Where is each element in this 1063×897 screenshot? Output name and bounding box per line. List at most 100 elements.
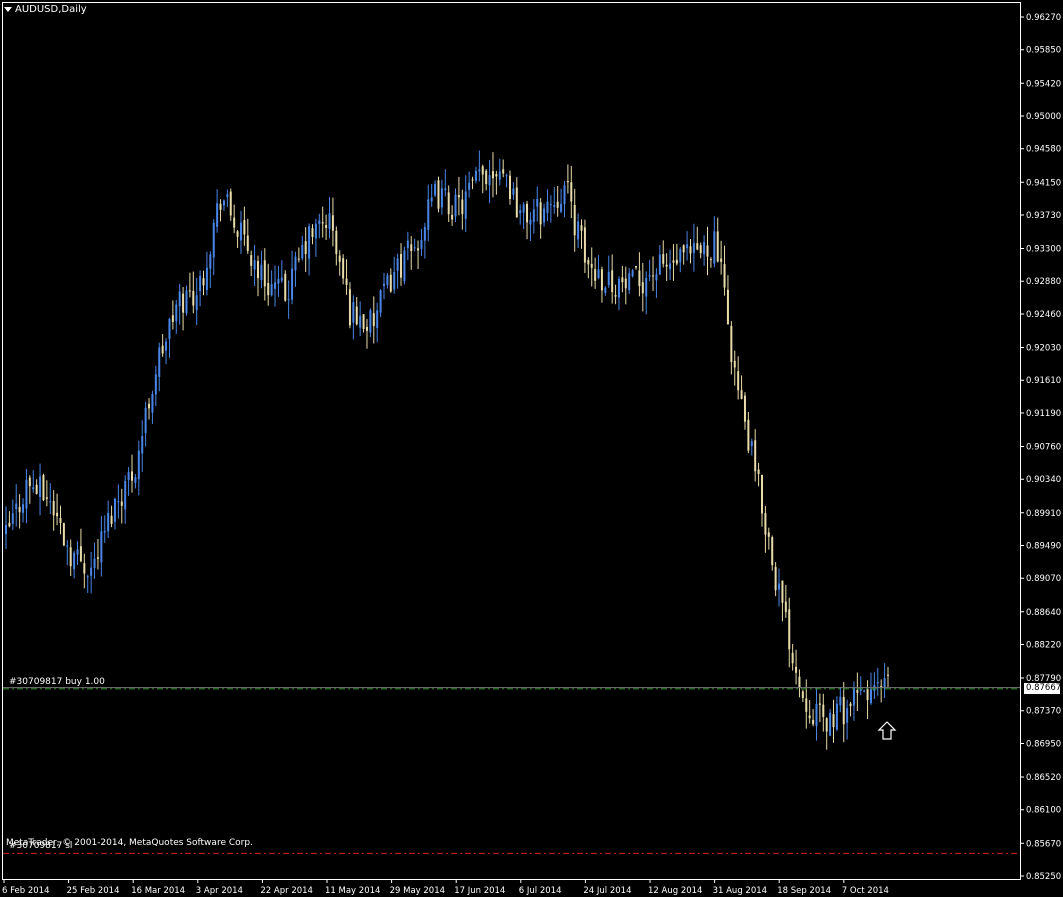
candle-body [413, 247, 416, 249]
candle-body [696, 243, 699, 250]
y-tick-label: 0.88220 [1026, 640, 1061, 650]
candle-body [887, 674, 889, 676]
candle-body [284, 273, 287, 301]
candle-body [621, 277, 624, 283]
candle-body [788, 609, 791, 650]
dropdown-arrow-icon[interactable] [4, 7, 12, 12]
candle-body [239, 222, 242, 241]
candle-body [216, 203, 219, 227]
candle-body [308, 226, 311, 259]
candle-body [713, 231, 716, 264]
candle-body [246, 235, 249, 251]
candle-body [709, 259, 712, 261]
candle-body [45, 497, 48, 499]
chart-title-text: AUDUSD,Daily [15, 4, 87, 15]
candle-body [498, 171, 501, 180]
candle-body [519, 210, 522, 214]
price-chart[interactable]: 0.96270 0.95850 0.95420 0.95000 0.94580 0.941… [0, 0, 1063, 897]
y-tick-label: 0.86100 [1026, 806, 1061, 816]
candle-body [250, 255, 253, 266]
chart-background [0, 0, 1063, 897]
candle-body [127, 472, 130, 481]
candle-body [607, 271, 610, 286]
chart-title[interactable]: AUDUSD,Daily [4, 4, 87, 15]
candle-body [314, 223, 317, 239]
x-tick-label: 6 Jul 2014 [519, 886, 562, 896]
candle-body [556, 201, 559, 208]
candle-body [491, 171, 494, 179]
candle-body [761, 474, 763, 514]
x-tick-label: 3 Apr 2014 [196, 886, 243, 896]
candle-body [39, 476, 42, 497]
candle-body [22, 504, 25, 513]
candle-body [331, 215, 334, 231]
candle-body [103, 530, 106, 533]
candle-body [66, 545, 69, 547]
candle-body [430, 197, 433, 202]
candle-body [641, 282, 644, 294]
y-tick-label: 0.95420 [1026, 79, 1061, 89]
candle-body [829, 712, 832, 736]
candle-body [294, 256, 297, 271]
candle-body [355, 306, 358, 325]
y-tick-label: 0.94580 [1026, 145, 1061, 155]
candle-body [652, 275, 655, 277]
candle-body [457, 195, 460, 198]
candle-body [25, 479, 28, 509]
candle-body [120, 501, 123, 506]
candle-body [158, 347, 161, 377]
candle-body [226, 194, 229, 197]
candle-body [195, 295, 198, 311]
candle-body [737, 371, 740, 391]
candle-body [86, 576, 89, 578]
candle-body [362, 314, 365, 330]
candle-body [563, 185, 566, 205]
candle-body [808, 715, 811, 719]
candle-body [577, 221, 580, 240]
candle-body [778, 583, 781, 590]
candle-body [62, 523, 65, 546]
candle-body [526, 203, 529, 223]
candle-body [832, 714, 835, 728]
candle-body [168, 318, 171, 339]
candle-body [263, 260, 266, 287]
candle-body [730, 325, 733, 363]
candle-body [566, 180, 569, 183]
candle-body [454, 194, 457, 217]
candle-body [590, 263, 593, 268]
candle-body [839, 696, 842, 706]
candle-body [202, 278, 205, 286]
y-tick-label: 0.86520 [1026, 773, 1061, 783]
candle-body [665, 264, 668, 267]
candle-body [611, 270, 614, 293]
candle-body [73, 552, 76, 570]
candle-body [277, 278, 280, 284]
candle-body [835, 703, 838, 730]
candle-body [505, 175, 508, 177]
y-tick-label: 0.91610 [1026, 376, 1061, 386]
candle-body [587, 259, 590, 265]
candle-body [638, 270, 641, 287]
candle-body [798, 676, 801, 688]
y-tick-label: 0.89490 [1026, 541, 1061, 551]
candle-body [15, 503, 18, 510]
candle-body [369, 310, 372, 333]
candle-body [376, 310, 379, 329]
y-tick-label: 0.88640 [1026, 608, 1061, 618]
candle-body [124, 481, 127, 510]
x-tick-label: 24 Jul 2014 [583, 886, 631, 896]
candle-body [151, 393, 154, 413]
candle-body [597, 269, 600, 278]
candle-body [437, 180, 440, 209]
candle-body [165, 341, 168, 351]
candle-body [883, 678, 886, 689]
candle-body [461, 199, 464, 215]
candle-body [427, 199, 430, 230]
candle-body [274, 282, 277, 289]
candle-body [18, 506, 21, 513]
y-tick-label: 0.85250 [1026, 872, 1061, 882]
candle-body [754, 440, 757, 472]
candle-body [726, 289, 729, 325]
candle-body [866, 688, 869, 701]
candle-body [573, 204, 576, 236]
